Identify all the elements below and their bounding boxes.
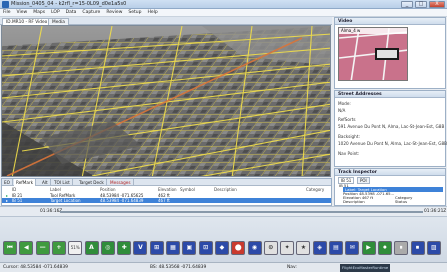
maximize-button[interactable]: □	[415, 1, 427, 8]
window-title: Mission_0405_04 - k2rfl_r=15-0L09_d0e1a5…	[11, 1, 127, 7]
layer-tool-button[interactable]: ▦	[166, 241, 180, 255]
tab-eo[interactable]: EO	[2, 179, 13, 186]
col-elevation[interactable]: Elevation	[158, 187, 177, 192]
list-tab-row: EO RefMark Alt TOI List Target Deck Mess…	[2, 179, 331, 186]
frame-tool-button[interactable]: ▣	[182, 241, 197, 255]
map-view[interactable]	[1, 25, 331, 177]
tool-strip: ⏮ ◀ — +51% A ◎ ✚ V ⊞ ▦ ▣ ⊡ ◆ ⬤ ◉ ⊙ ✦ ★ ◈ ▤ ✉ ▶ ⏺ ⏸ ⏹ ▨	[0, 217, 447, 262]
menu-capture[interactable]: Capture	[79, 9, 103, 17]
backsight-address: 1020 Avenue Du Pont N, Alma, Lac-St-Jean…	[338, 141, 447, 146]
refsorts-label: RefSorts	[338, 117, 356, 122]
taskbar-app[interactable]: FlightEcoMasterRuntime	[340, 264, 391, 272]
street-panel-header: Street Addresses	[335, 91, 445, 98]
track-tree-description: Description	[343, 199, 365, 204]
select-tool-button[interactable]: ⊡	[198, 241, 213, 255]
status-bar: Cursor: 48.53584 -071.64839 BS: 48.53568…	[0, 262, 447, 272]
col-symbol[interactable]: Symbol	[180, 187, 195, 192]
track-inspector-panel: Track Inspector IB 51 POI IB 51 Label: T…	[334, 168, 446, 206]
vector-tool-button[interactable]: V	[133, 241, 148, 255]
list-header-row: ID Label Position Elevation Symbol Descr…	[2, 187, 331, 192]
track-tab-poi[interactable]: POI	[357, 177, 370, 184]
tab-messages[interactable]: Messages	[108, 179, 134, 186]
map-tab-row: ID.MR10 - RF Video Media	[0, 17, 332, 25]
record-button[interactable]: ⏺	[377, 241, 392, 255]
video-thumbnail[interactable]: Alma_4 w	[338, 27, 408, 81]
col-description[interactable]: Description	[214, 187, 237, 192]
timeline-bar: 01:36:16Z 01:36:21Z	[0, 206, 447, 217]
timeline-end: 01:36:21Z	[424, 209, 447, 214]
menu-help[interactable]: Help	[145, 9, 161, 17]
add-tool-button[interactable]: ✚	[117, 241, 132, 255]
menu-data[interactable]: Data	[63, 9, 80, 17]
menu-setup[interactable]: Setup	[125, 9, 144, 17]
col-id[interactable]: ID	[12, 187, 16, 192]
nav-point-label: Nav Point:	[338, 151, 360, 156]
grid-tool-button[interactable]: ⊞	[149, 241, 164, 255]
map-canvas	[2, 26, 330, 176]
row-elevation: 467 ft	[158, 198, 170, 203]
tab-media[interactable]: Media	[48, 18, 69, 25]
minus-button[interactable]: —	[35, 241, 50, 255]
backsight-label: Backsight:	[338, 134, 360, 139]
col-category[interactable]: Category	[306, 187, 324, 192]
nav-readout: Nav:	[287, 265, 297, 270]
menu-maps[interactable]: Maps	[30, 9, 48, 17]
title-bar: Mission_0405_04 - k2rfl_r=15-0L09_d0e1a5…	[0, 0, 447, 9]
tab-toi-list[interactable]: TOI List	[52, 179, 73, 186]
mode-label: Mode:	[338, 101, 351, 106]
fill-tool-button[interactable]: ▨	[426, 241, 441, 255]
close-button[interactable]: X	[429, 1, 445, 8]
video-panel-header: Video	[335, 18, 445, 25]
menu-bar: File View Maps LOP Data Capture Review Setup Hel…	[0, 9, 447, 17]
track-tree-status: Status	[395, 199, 408, 204]
app-icon	[2, 1, 9, 8]
video-frame	[339, 28, 407, 80]
tab-target-deck[interactable]: Target Deck	[77, 179, 107, 186]
video-panel: Video Alma_4 w	[334, 17, 446, 89]
zoom-level[interactable]: 51%	[68, 241, 83, 255]
message-tool-button[interactable]: ✉	[345, 241, 360, 255]
back-button[interactable]: ◀	[19, 241, 34, 255]
tab-alt[interactable]: Alt	[40, 179, 51, 186]
timeline-slider[interactable]	[60, 211, 423, 213]
list-tool-button[interactable]: ▤	[329, 241, 343, 255]
favorite-tool-button[interactable]: ★	[296, 241, 311, 255]
refmark-list-panel: EO RefMark Alt TOI List Target Deck Mess…	[1, 178, 332, 206]
bs-readout: BS: 48.53568 -071.64839	[150, 265, 207, 270]
tab-refmark[interactable]: RefMark	[14, 179, 37, 186]
star-tool-button[interactable]: ✦	[280, 241, 295, 255]
stop-button[interactable]: ⏹	[410, 241, 425, 255]
menu-review[interactable]: Review	[103, 9, 125, 17]
video-thumb-label: Alma_4 w	[341, 28, 361, 33]
menu-file[interactable]: File	[0, 9, 14, 17]
col-position[interactable]: Position	[100, 187, 116, 192]
play-button[interactable]: ▶	[361, 241, 376, 255]
street-addresses-panel: Street Addresses Mode: N/A RefSorts 591 …	[334, 90, 447, 167]
pause-button[interactable]: ⏸	[394, 241, 409, 255]
plus-button[interactable]: +	[51, 241, 66, 255]
cursor-readout: Cursor: 48.53584 -071.64839	[3, 265, 68, 270]
tab-rf-video[interactable]: ID.MR10 - RF Video	[2, 18, 52, 25]
marker-tool-button[interactable]: ◆	[214, 241, 229, 255]
circle-tool-button[interactable]: ◉	[247, 241, 262, 255]
target-tool-button[interactable]: ◎	[100, 241, 115, 255]
track-inspector-header: Track Inspector	[335, 169, 445, 176]
row-position: 48.53984 -071.64839	[100, 198, 144, 203]
text-tool-button[interactable]: A	[84, 241, 99, 255]
diamond-tool-button[interactable]: ◈	[312, 241, 327, 255]
row-id: IB 51	[12, 198, 23, 203]
col-label[interactable]: Label	[50, 187, 61, 192]
record-tool-button[interactable]: ⬤	[231, 241, 246, 255]
minimize-button[interactable]: _	[401, 1, 413, 8]
refsorts-address: 591 Avenue Du Pont N, Alma, Lac-St-Jean-…	[338, 124, 445, 129]
menu-view[interactable]: View	[14, 9, 31, 17]
row-expand-icon[interactable]: ▸	[6, 198, 8, 203]
first-button[interactable]: ⏮	[3, 241, 17, 255]
mode-value: N/A	[338, 108, 346, 113]
center-tool-button[interactable]: ⊙	[263, 241, 278, 255]
table-row-selected[interactable]: ▸ IB 51 Target Location 48.53984 -071.64…	[2, 198, 331, 203]
menu-lop[interactable]: LOP	[48, 9, 63, 17]
timeline-start: 01:36:16Z	[40, 209, 63, 214]
row-label: Target Location	[50, 198, 81, 203]
